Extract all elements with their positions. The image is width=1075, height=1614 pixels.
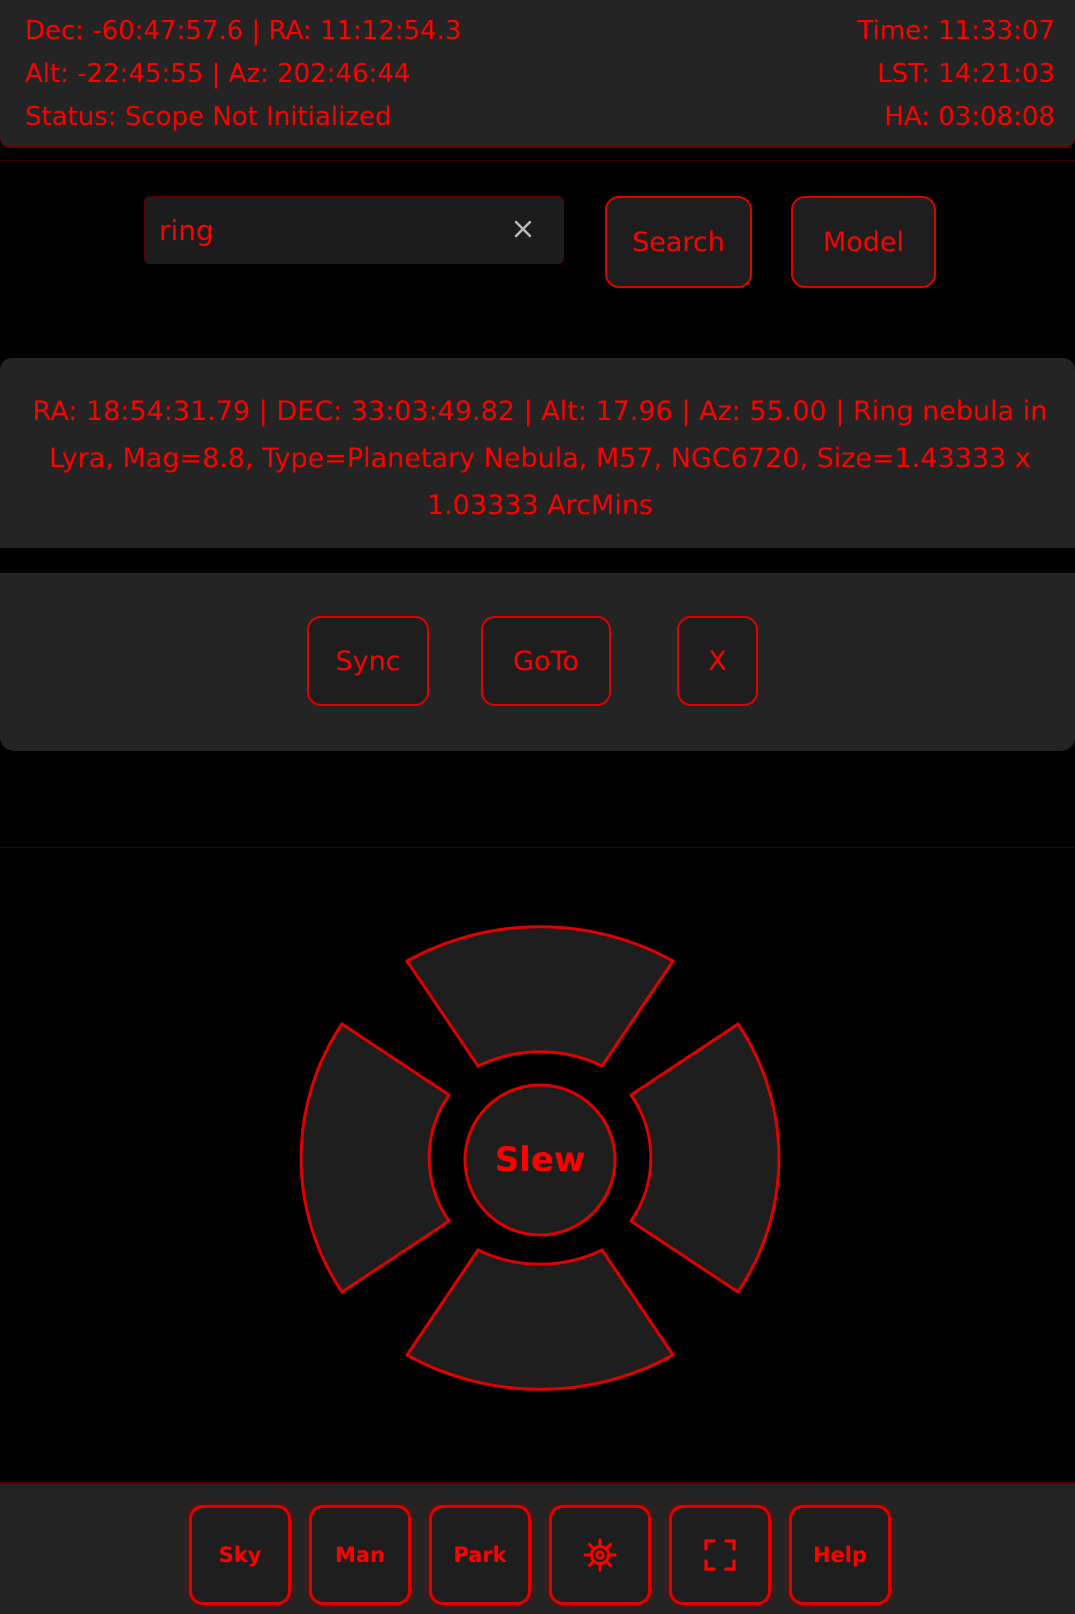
nav-help-button[interactable]: Help [789,1505,891,1605]
alt-az-readout: Alt: -22:45:55 | Az: 202:46:44 [25,59,411,89]
object-info-text: RA: 18:54:31.79 | DEC: 33:03:49.82 | Alt… [32,396,1048,521]
object-info-panel: RA: 18:54:31.79 | DEC: 33:03:49.82 | Alt… [0,358,1075,548]
dec-ra-readout: Dec: -60:47:57.6 | RA: 11:12:54.3 [25,16,462,46]
sync-button[interactable]: Sync [307,616,429,706]
status-readout: Status: Scope Not Initialized [25,102,392,132]
slew-button[interactable] [463,1083,617,1237]
slew-west-button[interactable] [299,1022,451,1294]
section-divider [0,847,1075,848]
search-input[interactable] [159,205,499,255]
cancel-button[interactable]: X [677,616,758,706]
slew-east-button[interactable] [629,1022,781,1294]
bottom-nav [0,1484,1075,1614]
time-readout: Time: 11:33:07 [857,16,1055,46]
goto-button[interactable]: GoTo [481,616,611,706]
search-box [144,196,564,264]
nav-fullscreen-button[interactable] [669,1505,771,1605]
nav-sky-button[interactable]: Sky [189,1505,291,1605]
slew-north-button[interactable] [405,925,675,1068]
fullscreen-icon [704,1539,736,1571]
nav-manual-button[interactable]: Man [309,1505,411,1605]
search-button[interactable]: Search [605,196,752,288]
gear-icon [583,1538,617,1572]
lst-readout: LST: 14:21:03 [877,59,1055,89]
nav-park-button[interactable]: Park [429,1505,531,1605]
nav-settings-button[interactable] [549,1505,651,1605]
slew-south-button[interactable] [405,1248,675,1391]
ha-readout: HA: 03:08:08 [884,102,1055,132]
close-icon[interactable] [509,215,537,243]
status-header: Dec: -60:47:57.6 | RA: 11:12:54.3 Alt: -… [0,0,1075,146]
header-divider [0,160,1075,161]
model-button[interactable]: Model [791,196,936,288]
